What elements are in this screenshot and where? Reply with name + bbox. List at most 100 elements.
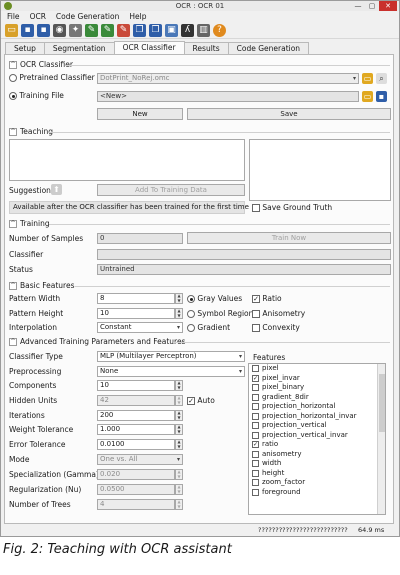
camera-icon[interactable]: ◉ — [53, 24, 66, 37]
checkbox-icon[interactable] — [252, 365, 259, 373]
paste-icon[interactable]: ❐ — [149, 24, 162, 37]
ocr-classifier-header[interactable]: ^ OCR Classifier — [9, 60, 73, 69]
nu-spinner[interactable]: ▲ ▼ — [175, 484, 183, 495]
trees-input[interactable]: 4 — [97, 499, 175, 510]
gamma-spinner[interactable]: ▲ ▼ — [175, 469, 183, 480]
checkbox-icon[interactable] — [252, 460, 259, 468]
training-file-radio[interactable]: Training File — [9, 91, 64, 101]
copy-icon[interactable]: ❐ — [133, 24, 146, 37]
pattern-height-spinner[interactable]: ▲ ▼ — [175, 308, 183, 319]
anisometry-checkbox[interactable]: Anisometry — [252, 309, 305, 319]
trees-spinner[interactable]: ▲ ▼ — [175, 499, 183, 510]
open-folder-icon[interactable]: ▭ — [362, 91, 373, 102]
tab-ocr-classifier[interactable]: OCR Classifier — [113, 41, 185, 55]
radio-icon[interactable] — [187, 295, 195, 303]
maximize-button[interactable]: ▢ — [365, 1, 379, 11]
list-item[interactable]: pixel — [249, 364, 385, 374]
erase-icon[interactable]: ✎ — [117, 24, 130, 37]
auto-checkbox[interactable]: ✓ Auto — [187, 396, 215, 406]
gamma-input[interactable]: 0.020 — [97, 469, 175, 480]
nu-input[interactable]: 0.0500 — [97, 484, 175, 495]
teaching-header[interactable]: ^ Teaching — [9, 127, 53, 136]
menu-help[interactable]: Help — [129, 11, 146, 23]
checkbox-icon[interactable] — [252, 412, 259, 420]
components-input[interactable]: 10 — [97, 380, 175, 391]
checkbox-icon[interactable] — [252, 450, 259, 458]
list-item[interactable]: projection_vertical — [249, 421, 385, 431]
symbol-region-radio[interactable]: Symbol Region — [187, 309, 253, 319]
pretrained-classifier-combo[interactable]: DotPrint_NoRej.omc ▾ — [97, 73, 359, 84]
checkbox-icon[interactable] — [252, 324, 260, 332]
radio-icon[interactable] — [9, 92, 17, 100]
weight-tolerance-input[interactable]: 1.000 — [97, 424, 175, 435]
pattern-height-input[interactable]: 10 — [97, 308, 175, 319]
advanced-header[interactable]: ^ Advanced Training Parameters and Featu… — [9, 337, 185, 346]
add-to-training-data-button[interactable]: Add To Training Data — [97, 184, 245, 196]
error-tolerance-input[interactable]: 0.0100 — [97, 439, 175, 450]
checkmark-icon[interactable]: ✓ — [252, 441, 259, 449]
iterations-input[interactable]: 200 — [97, 410, 175, 421]
training-file-field[interactable]: <New> — [97, 91, 359, 102]
list-item[interactable]: projection_horizontal_invar — [249, 412, 385, 422]
checkbox-icon[interactable] — [252, 431, 259, 439]
radio-icon[interactable] — [187, 324, 195, 332]
collapse-icon[interactable]: ^ — [9, 219, 17, 228]
list-item[interactable]: projection_horizontal — [249, 402, 385, 412]
classifier-type-combo[interactable]: MLP (Multilayer Perceptron) ▾ — [97, 351, 245, 362]
checkbox-icon[interactable] — [252, 479, 259, 487]
pretrained-radio[interactable]: Pretrained Classifier — [9, 73, 95, 83]
checkbox-icon[interactable] — [252, 422, 259, 430]
collapse-icon[interactable]: ^ — [9, 337, 17, 346]
interpolation-combo[interactable]: Constant ▾ — [97, 322, 183, 333]
radio-icon[interactable] — [9, 74, 17, 82]
checkbox-icon[interactable] — [252, 384, 259, 392]
list-item[interactable]: zoom_factor — [249, 478, 385, 488]
training-header[interactable]: ^ Training — [9, 219, 50, 228]
radio-icon[interactable] — [187, 310, 195, 318]
basic-features-header[interactable]: ^ Basic Features — [9, 281, 75, 290]
ratio-checkbox[interactable]: ✓ Ratio — [252, 294, 282, 304]
new-button[interactable]: New — [97, 108, 183, 120]
list-item[interactable]: anisometry — [249, 450, 385, 460]
open-folder-icon[interactable]: ▭ — [362, 73, 373, 84]
help-icon[interactable]: ? — [213, 24, 226, 37]
list-item[interactable]: ✓ ratio — [249, 440, 385, 450]
collapse-icon[interactable]: ^ — [9, 60, 17, 69]
mode-combo[interactable]: One vs. All ▾ — [97, 454, 183, 465]
draw-icon[interactable]: ✎ — [85, 24, 98, 37]
collapse-icon[interactable]: ^ — [9, 127, 17, 136]
menu-ocr[interactable]: OCR — [30, 11, 46, 23]
minimize-button[interactable]: — — [351, 1, 365, 11]
gradient-radio[interactable]: Gradient — [187, 323, 230, 333]
menu-code-generation[interactable]: Code Generation — [56, 11, 119, 23]
save-all-icon[interactable]: ▪ — [37, 24, 50, 37]
checkmark-icon[interactable]: ✓ — [252, 295, 260, 303]
list-item[interactable]: gradient_8dir — [249, 393, 385, 403]
menu-file[interactable]: File — [7, 11, 20, 23]
histogram-icon[interactable]: ▥ — [197, 24, 210, 37]
checkmark-icon[interactable]: ✓ — [252, 374, 259, 382]
weight-tolerance-spinner[interactable]: ▲ ▼ — [175, 424, 183, 435]
save-button[interactable]: Save — [187, 108, 391, 120]
window-icon[interactable]: ▣ — [165, 24, 178, 37]
pattern-width-spinner[interactable]: ▲ ▼ — [175, 293, 183, 304]
collapse-icon[interactable]: ^ — [9, 281, 17, 290]
edit-icon[interactable]: ✎ — [101, 24, 114, 37]
teaching-input[interactable] — [9, 139, 245, 181]
save-icon[interactable]: ▪ — [21, 24, 34, 37]
hidden-units-spinner[interactable]: ▲ ▼ — [175, 395, 183, 406]
list-item[interactable]: pixel_binary — [249, 383, 385, 393]
checkbox-icon[interactable] — [252, 204, 260, 212]
checkbox-icon[interactable] — [252, 393, 259, 401]
train-now-button[interactable]: Train Now — [187, 232, 391, 244]
gray-values-radio[interactable]: Gray Values — [187, 294, 242, 304]
open-folder-icon[interactable]: ▭ — [5, 24, 18, 37]
list-item[interactable]: height — [249, 469, 385, 479]
list-item[interactable]: foreground — [249, 488, 385, 498]
search-icon[interactable]: ⌕ — [376, 73, 387, 84]
close-button[interactable]: ✕ — [379, 1, 397, 11]
checkbox-icon[interactable] — [252, 310, 260, 318]
save-ground-truth-checkbox[interactable]: Save Ground Truth — [252, 203, 332, 213]
save-icon[interactable]: ▪ — [376, 91, 387, 102]
checkbox-icon[interactable] — [252, 469, 259, 477]
